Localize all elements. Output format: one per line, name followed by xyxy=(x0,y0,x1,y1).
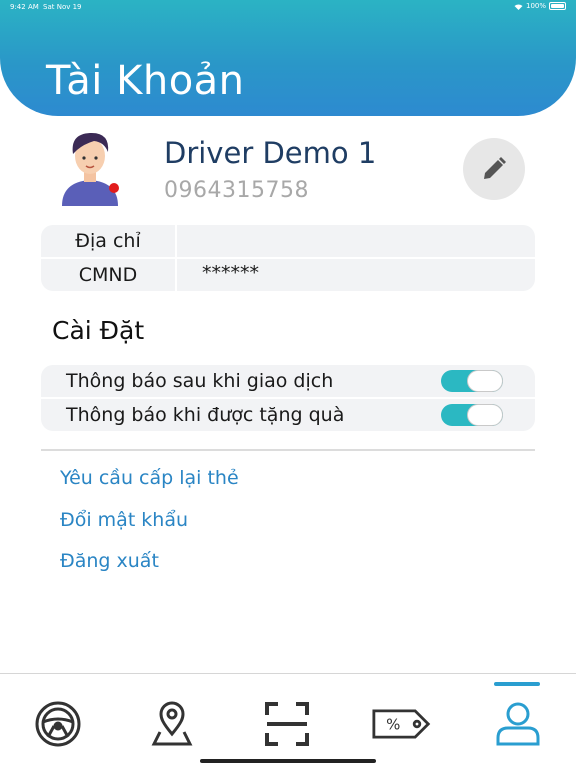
setting-row-gift-notify: Thông báo khi được tặng quà xyxy=(41,399,535,431)
status-indicators: 100% xyxy=(514,2,566,10)
user-icon xyxy=(496,702,540,746)
tab-map[interactable] xyxy=(142,694,202,754)
edit-profile-button[interactable] xyxy=(463,138,525,200)
active-tab-indicator xyxy=(494,682,540,686)
reissue-card-link[interactable]: Yêu cầu cấp lại thẻ xyxy=(60,467,239,489)
change-password-link[interactable]: Đổi mật khẩu xyxy=(60,509,188,531)
driver-phone: 0964315758 xyxy=(164,178,309,203)
map-pin-icon xyxy=(151,701,193,746)
steering-wheel-icon xyxy=(35,701,81,747)
info-table: Địa chỉ CMND ****** xyxy=(41,225,535,293)
wifi-icon xyxy=(514,3,523,10)
tab-drive[interactable] xyxy=(28,694,88,754)
logout-link[interactable]: Đăng xuất xyxy=(60,550,159,572)
status-time: 9:42 AM xyxy=(10,3,39,11)
id-card-label: CMND xyxy=(41,259,177,291)
transaction-notify-toggle[interactable] xyxy=(441,370,503,392)
gift-notify-toggle[interactable] xyxy=(441,404,503,426)
scan-icon xyxy=(265,702,309,746)
tab-account[interactable] xyxy=(488,694,548,754)
tab-scan[interactable] xyxy=(257,694,317,754)
header: 9:42 AM Sat Nov 19 100% Tài Khoản xyxy=(0,0,576,116)
avatar xyxy=(58,128,122,206)
divider xyxy=(41,449,535,451)
setting-label: Thông báo sau khi giao dịch xyxy=(66,370,334,392)
battery-icon xyxy=(549,2,566,10)
toggle-knob xyxy=(467,370,503,392)
pencil-icon xyxy=(484,157,506,179)
home-indicator xyxy=(200,759,376,763)
tab-promotions[interactable]: % xyxy=(372,694,432,754)
settings-list: Thông báo sau khi giao dịch Thông báo kh… xyxy=(41,365,535,433)
status-date: Sat Nov 19 xyxy=(43,3,82,11)
info-row-id-card: CMND ****** xyxy=(41,259,535,291)
status-bar: 9:42 AM Sat Nov 19 100% xyxy=(0,0,576,16)
svg-text:%: % xyxy=(386,716,400,734)
toggle-knob xyxy=(467,404,503,426)
driver-name: Driver Demo 1 xyxy=(164,136,377,170)
address-label: Địa chỉ xyxy=(41,225,177,257)
settings-title: Cài Đặt xyxy=(52,316,145,345)
discount-tag-icon: % xyxy=(372,709,431,739)
page-title: Tài Khoản xyxy=(46,58,245,104)
setting-row-transaction-notify: Thông báo sau khi giao dịch xyxy=(41,365,535,397)
battery-percent: 100% xyxy=(525,2,546,10)
tab-bar: % xyxy=(0,673,576,768)
setting-label: Thông báo khi được tặng quà xyxy=(66,404,345,426)
id-card-value: ****** xyxy=(202,262,259,284)
info-row-address: Địa chỉ xyxy=(41,225,535,257)
